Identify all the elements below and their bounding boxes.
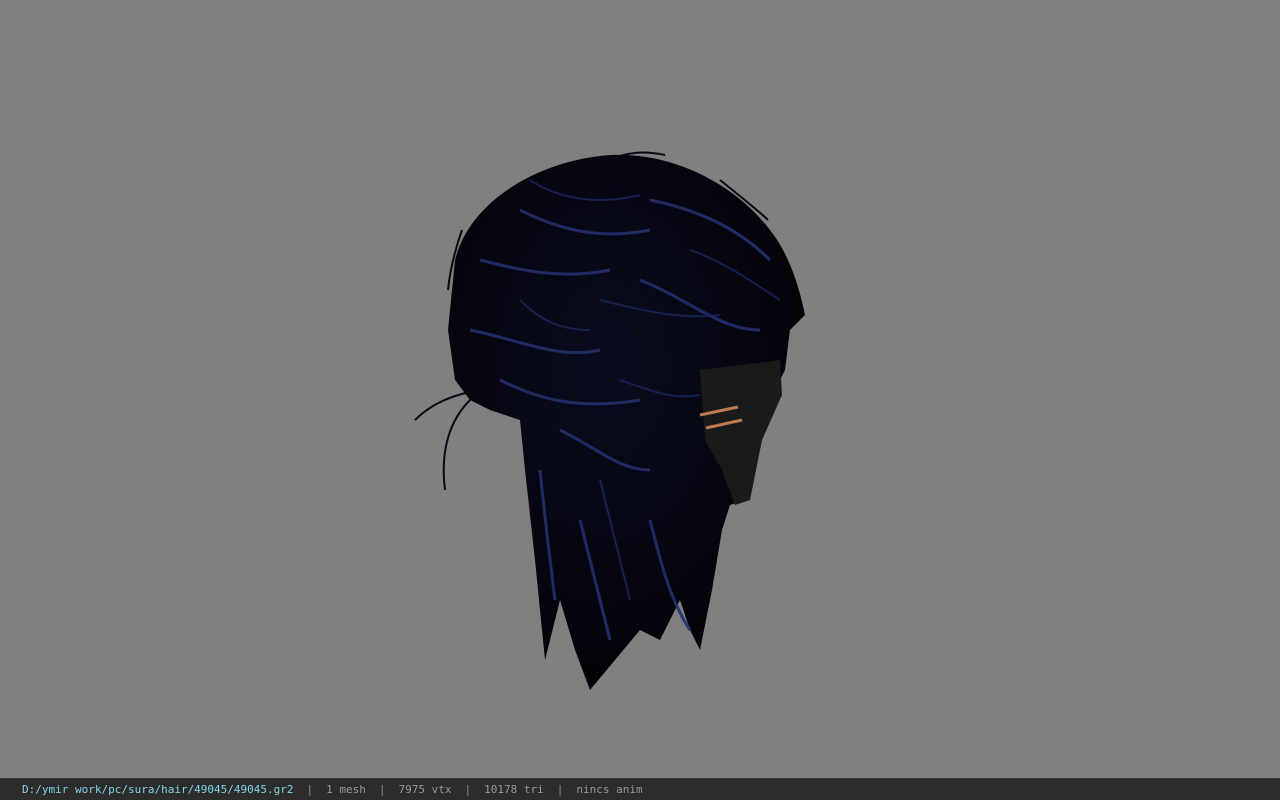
vertex-count-label: 7975 vtx <box>398 783 452 796</box>
separator: | <box>556 783 564 796</box>
file-path-label: D:/ymir work/pc/sura/hair/49045/49045.gr… <box>22 783 294 796</box>
separator: | <box>464 783 472 796</box>
3d-viewport[interactable] <box>0 0 1280 778</box>
status-bar: D:/ymir work/pc/sura/hair/49045/49045.gr… <box>0 778 1280 800</box>
mesh-count-label: 1 mesh <box>326 783 366 796</box>
animation-status-label: nincs anim <box>576 783 643 796</box>
separator: | <box>378 783 386 796</box>
separator: | <box>306 783 314 796</box>
hair-mesh <box>414 151 805 691</box>
hair-model-render[interactable] <box>0 0 1280 778</box>
triangle-count-label: 10178 tri <box>484 783 544 796</box>
